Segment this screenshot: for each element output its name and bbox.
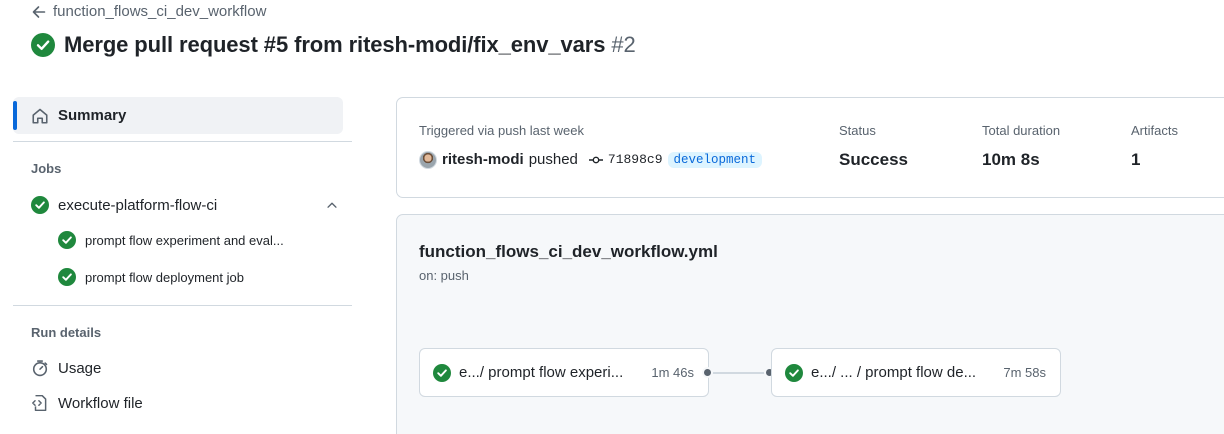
job-connector	[708, 372, 770, 374]
usage-label: Usage	[58, 359, 102, 377]
page-title-row: Merge pull request #5 from ritesh-modi/f…	[31, 32, 636, 58]
job-node[interactable]: e.../ ... / prompt flow de... 7m 58s	[771, 348, 1061, 397]
run-title: Merge pull request #5 from ritesh-modi/f…	[64, 32, 606, 57]
job-node-duration: 7m 58s	[1003, 365, 1046, 380]
chevron-up-icon[interactable]	[325, 198, 339, 212]
success-check-icon	[58, 231, 76, 249]
action-text: pushed	[528, 151, 578, 168]
sub-job-label: prompt flow deployment job	[85, 269, 244, 285]
artifacts-label: Artifacts	[1131, 123, 1178, 138]
commit-line: ritesh-modi pushed 71898c9 development	[442, 151, 763, 168]
success-check-icon	[785, 363, 803, 382]
actor-link[interactable]: ritesh-modi	[442, 151, 524, 168]
sidebar-item-job-group[interactable]: execute-platform-flow-ci	[31, 195, 337, 215]
back-link-label: function_flows_ci_dev_workflow	[53, 3, 267, 20]
sidebar-item-workflow-file[interactable]: Workflow file	[31, 394, 143, 412]
active-indicator	[13, 101, 17, 130]
success-check-icon	[31, 33, 55, 57]
status-value: Success	[839, 150, 908, 169]
divider	[13, 141, 352, 142]
sidebar: Summary Jobs execute-platform-flow-ci pr…	[13, 97, 352, 412]
arrow-left-icon	[32, 5, 46, 18]
duration-value: 10m 8s	[982, 150, 1040, 169]
sidebar-item-sub-job[interactable]: prompt flow deployment job	[58, 268, 244, 286]
duration-label: Total duration	[982, 123, 1061, 138]
stopwatch-icon	[32, 360, 48, 377]
status-label: Status	[839, 123, 876, 138]
sidebar-item-sub-job[interactable]: prompt flow experiment and eval...	[58, 231, 284, 249]
back-link[interactable]: function_flows_ci_dev_workflow	[31, 3, 266, 20]
job-node-duration: 1m 46s	[651, 365, 694, 380]
sidebar-item-summary[interactable]: Summary	[13, 97, 343, 134]
page-title: Merge pull request #5 from ritesh-modi/f…	[64, 32, 636, 58]
success-check-icon	[31, 196, 49, 214]
workflow-file-label: Workflow file	[58, 394, 143, 412]
success-check-icon	[58, 268, 76, 286]
file-code-icon	[32, 394, 47, 412]
trigger-label: Triggered via push last week	[419, 123, 584, 138]
git-commit-icon	[588, 156, 603, 163]
sidebar-item-usage[interactable]: Usage	[31, 359, 101, 377]
job-node[interactable]: e.../ prompt flow experi... 1m 46s	[419, 348, 709, 397]
job-node-name: e.../ ... / prompt flow de...	[811, 364, 977, 381]
job-node-name: e.../ prompt flow experi...	[459, 364, 624, 381]
home-icon	[32, 108, 48, 124]
avatar[interactable]	[419, 151, 437, 169]
workflow-graph: function_flows_ci_dev_workflow.yml on: p…	[396, 214, 1224, 434]
workflow-file-name: function_flows_ci_dev_workflow.yml	[419, 242, 718, 261]
connector-dot	[702, 367, 713, 378]
commit-sha-link[interactable]: 71898c9	[608, 152, 663, 167]
run-summary-card: Triggered via push last week ritesh-modi…	[396, 97, 1224, 198]
run-number: #2	[611, 32, 636, 57]
jobs-heading: Jobs	[31, 161, 62, 176]
divider	[13, 305, 352, 306]
job-group-label: execute-platform-flow-ci	[58, 196, 218, 214]
success-check-icon	[433, 363, 451, 382]
run-details-heading: Run details	[31, 325, 102, 340]
sidebar-item-label: Summary	[58, 107, 127, 124]
workflow-trigger: on: push	[419, 268, 469, 283]
branch-badge[interactable]: development	[667, 151, 763, 168]
sub-job-label: prompt flow experiment and eval...	[85, 232, 284, 248]
artifacts-count[interactable]: 1	[1131, 150, 1140, 170]
